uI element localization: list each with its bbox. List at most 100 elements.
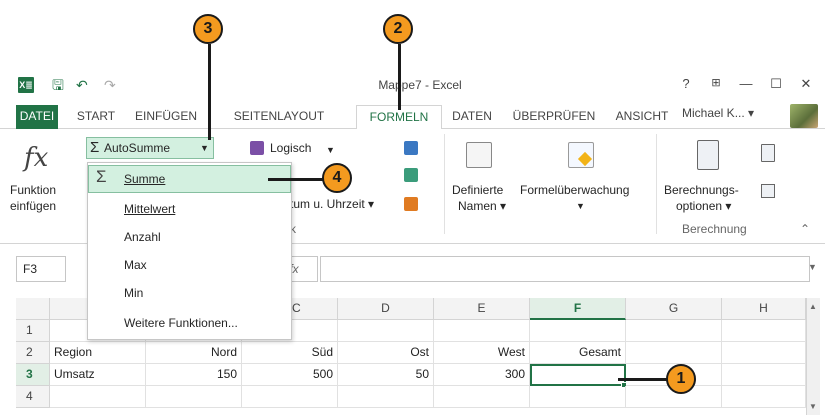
autosumme-label: AutoSumme xyxy=(104,141,171,155)
excel-logo-icon: X≣ xyxy=(18,77,34,93)
berechnungsoptionen-label-2[interactable]: optionen ▾ xyxy=(676,199,731,214)
tab-ansicht[interactable]: ANSICHT xyxy=(606,105,678,129)
insert-function-label-1[interactable]: Funktion xyxy=(10,183,56,198)
tab-datei[interactable]: DATEI xyxy=(16,105,58,129)
callout-3-leader xyxy=(208,44,211,140)
autosumme-dropdown-menu: Σ Summe Mittelwert Anzahl Max Min Weiter… xyxy=(87,162,292,340)
row-header-3[interactable]: 3 xyxy=(16,364,50,386)
calculate-sheet-icon[interactable] xyxy=(761,184,775,198)
name-box[interactable]: F3 xyxy=(16,256,66,282)
menu-item-weitere-funktionen[interactable]: Weitere Funktionen... xyxy=(88,309,291,337)
cell-d4[interactable] xyxy=(338,386,434,408)
cell-a2[interactable]: Region xyxy=(50,342,146,364)
cell-g1[interactable] xyxy=(626,320,722,342)
callout-3: 3 xyxy=(193,14,223,44)
logic-icon xyxy=(250,141,264,155)
close-button[interactable]: ✕ xyxy=(796,76,816,92)
column-header-d[interactable]: D xyxy=(338,298,434,320)
vertical-scrollbar[interactable] xyxy=(806,298,820,415)
cell-c4[interactable] xyxy=(242,386,338,408)
column-header-f[interactable]: F xyxy=(530,298,626,320)
scroll-down-icon[interactable]: ▼ xyxy=(809,402,817,411)
cell-e3[interactable]: 300 xyxy=(434,364,530,386)
menu-item-summe-label[interactable]: Summe xyxy=(124,172,165,186)
calculate-now-icon[interactable] xyxy=(761,144,775,162)
cell-b3[interactable]: 150 xyxy=(146,364,242,386)
column-header-e[interactable]: E xyxy=(434,298,530,320)
cell-h4[interactable] xyxy=(722,386,806,408)
callout-2: 2 xyxy=(383,14,413,44)
tab-seitenlayout[interactable]: SEITENLAYOUT xyxy=(210,105,348,129)
column-header-g[interactable]: G xyxy=(626,298,722,320)
definierte-namen-label-2[interactable]: Namen ▾ xyxy=(458,199,506,214)
menu-item-anzahl[interactable]: Anzahl xyxy=(88,223,291,251)
chevron-down-icon[interactable]: ▼ xyxy=(200,141,209,156)
tab-ueberpruefen[interactable]: ÜBERPRÜFEN xyxy=(504,105,604,129)
group-separator xyxy=(444,134,445,234)
cell-f1[interactable] xyxy=(530,320,626,342)
expand-formula-bar-icon[interactable]: ▼ xyxy=(808,262,817,272)
more-functions-icon[interactable] xyxy=(404,197,418,211)
cell-h3[interactable] xyxy=(722,364,806,386)
tab-start[interactable]: START xyxy=(70,105,122,129)
column-header-h[interactable]: H xyxy=(722,298,806,320)
cell-f4[interactable] xyxy=(530,386,626,408)
sigma-icon: Σ xyxy=(90,139,100,156)
avatar[interactable] xyxy=(790,104,818,128)
redo-icon[interactable]: ↷ xyxy=(104,77,116,93)
cell-f3-selected[interactable] xyxy=(530,364,626,386)
scroll-up-icon[interactable]: ▲ xyxy=(809,302,817,311)
cell-h1[interactable] xyxy=(722,320,806,342)
datum-uhrzeit-button[interactable]: tum u. Uhrzeit ▾ xyxy=(290,197,374,212)
minimize-button[interactable]: — xyxy=(736,76,756,91)
cell-f2[interactable]: Gesamt xyxy=(530,342,626,364)
cell-c2[interactable]: Süd xyxy=(242,342,338,364)
cell-d3[interactable]: 50 xyxy=(338,364,434,386)
maximize-button[interactable]: ☐ xyxy=(766,76,786,92)
math-icon[interactable] xyxy=(404,168,418,182)
cell-h2[interactable] xyxy=(722,342,806,364)
insert-function-label-2[interactable]: einfügen xyxy=(10,199,56,214)
cell-c3[interactable]: 500 xyxy=(242,364,338,386)
cell-g2[interactable] xyxy=(626,342,722,364)
cell-e1[interactable] xyxy=(434,320,530,342)
formula-input[interactable] xyxy=(320,256,810,282)
select-all-corner[interactable] xyxy=(16,298,50,320)
menu-item-summe[interactable] xyxy=(88,165,291,193)
cell-d2[interactable]: Ost xyxy=(338,342,434,364)
callout-4-leader xyxy=(268,178,324,181)
cell-b4[interactable] xyxy=(146,386,242,408)
lookup-icon[interactable] xyxy=(404,141,418,155)
logisch-button[interactable]: Logisch xyxy=(270,141,311,156)
definierte-namen-label-1[interactable]: Definierte xyxy=(452,183,503,198)
help-button[interactable]: ? xyxy=(676,76,696,91)
chevron-down-icon[interactable]: ▼ xyxy=(576,199,585,214)
row-header-2[interactable]: 2 xyxy=(16,342,50,364)
menu-item-mittelwert[interactable]: Mittelwert xyxy=(88,195,291,223)
account-name[interactable]: Michael K... ▾ xyxy=(682,106,754,120)
row-header-4[interactable]: 4 xyxy=(16,386,50,408)
undo-icon[interactable]: ↶ xyxy=(76,77,88,93)
berechnung-group-label: Berechnung xyxy=(682,222,747,236)
save-icon[interactable]: 🖫 xyxy=(52,77,64,93)
berechnungsoptionen-label-1[interactable]: Berechnungs- xyxy=(664,183,739,198)
menu-item-min[interactable]: Min xyxy=(88,279,291,307)
collapse-ribbon-icon[interactable]: ⌃ xyxy=(800,222,810,237)
chevron-down-icon[interactable]: ▼ xyxy=(326,143,335,158)
fx-icon[interactable]: fx xyxy=(24,143,48,173)
cell-d1[interactable] xyxy=(338,320,434,342)
cell-b2[interactable]: Nord xyxy=(146,342,242,364)
callout-4: 4 xyxy=(322,163,352,193)
calculator-icon[interactable] xyxy=(697,140,719,170)
row-header-1[interactable]: 1 xyxy=(16,320,50,342)
name-manager-icon[interactable] xyxy=(466,142,492,168)
tab-daten[interactable]: DATEN xyxy=(444,105,500,129)
cell-e2[interactable]: West xyxy=(434,342,530,364)
formelueberwachung-button[interactable]: Formelüberwachung xyxy=(520,183,629,198)
cell-e4[interactable] xyxy=(434,386,530,408)
menu-item-max[interactable]: Max xyxy=(88,251,291,279)
cell-a3[interactable]: Umsatz xyxy=(50,364,146,386)
tab-einfuegen[interactable]: EINFÜGEN xyxy=(128,105,204,129)
cell-a4[interactable] xyxy=(50,386,146,408)
ribbon-display-options-icon[interactable]: ⊞ xyxy=(706,76,726,89)
